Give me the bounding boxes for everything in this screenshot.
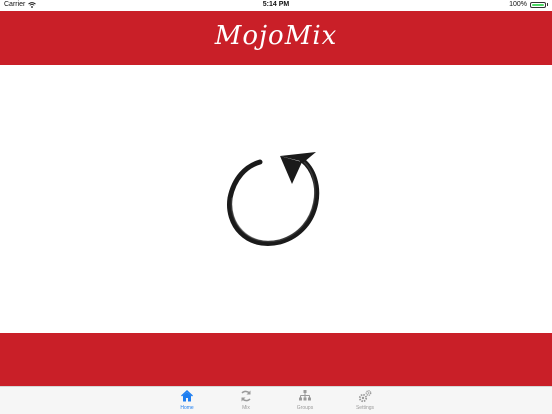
refresh-icon bbox=[241, 390, 251, 402]
app-header: MojoMix bbox=[0, 11, 552, 65]
tab-groups[interactable]: Groups bbox=[285, 389, 325, 413]
footer-band bbox=[0, 333, 552, 386]
status-right: 100% bbox=[509, 1, 548, 8]
house-icon bbox=[181, 390, 193, 402]
status-time: 5:14 PM bbox=[262, 1, 290, 8]
tab-bar: Home Mix Groups Settings bbox=[0, 386, 552, 414]
tab-home[interactable]: Home bbox=[167, 389, 207, 413]
tab-groups-label: Groups bbox=[296, 405, 314, 411]
tab-settings[interactable]: Settings bbox=[345, 389, 385, 413]
battery-cap bbox=[547, 3, 548, 6]
main-content bbox=[0, 65, 552, 333]
circular-arrow-icon[interactable] bbox=[222, 148, 328, 248]
battery-icon bbox=[530, 1, 546, 8]
tab-mix[interactable]: Mix bbox=[226, 389, 266, 413]
tab-home-label: Home bbox=[180, 405, 194, 411]
battery-percent: 100% bbox=[509, 1, 527, 8]
hierarchy-icon bbox=[299, 390, 311, 401]
status-bar: Carrier 5:14 PM 100% bbox=[0, 0, 552, 11]
tab-settings-label: Settings bbox=[355, 405, 375, 411]
tab-mix-label: Mix bbox=[242, 405, 250, 411]
gears-icon bbox=[358, 390, 372, 403]
app-title: MojoMix bbox=[214, 21, 338, 51]
